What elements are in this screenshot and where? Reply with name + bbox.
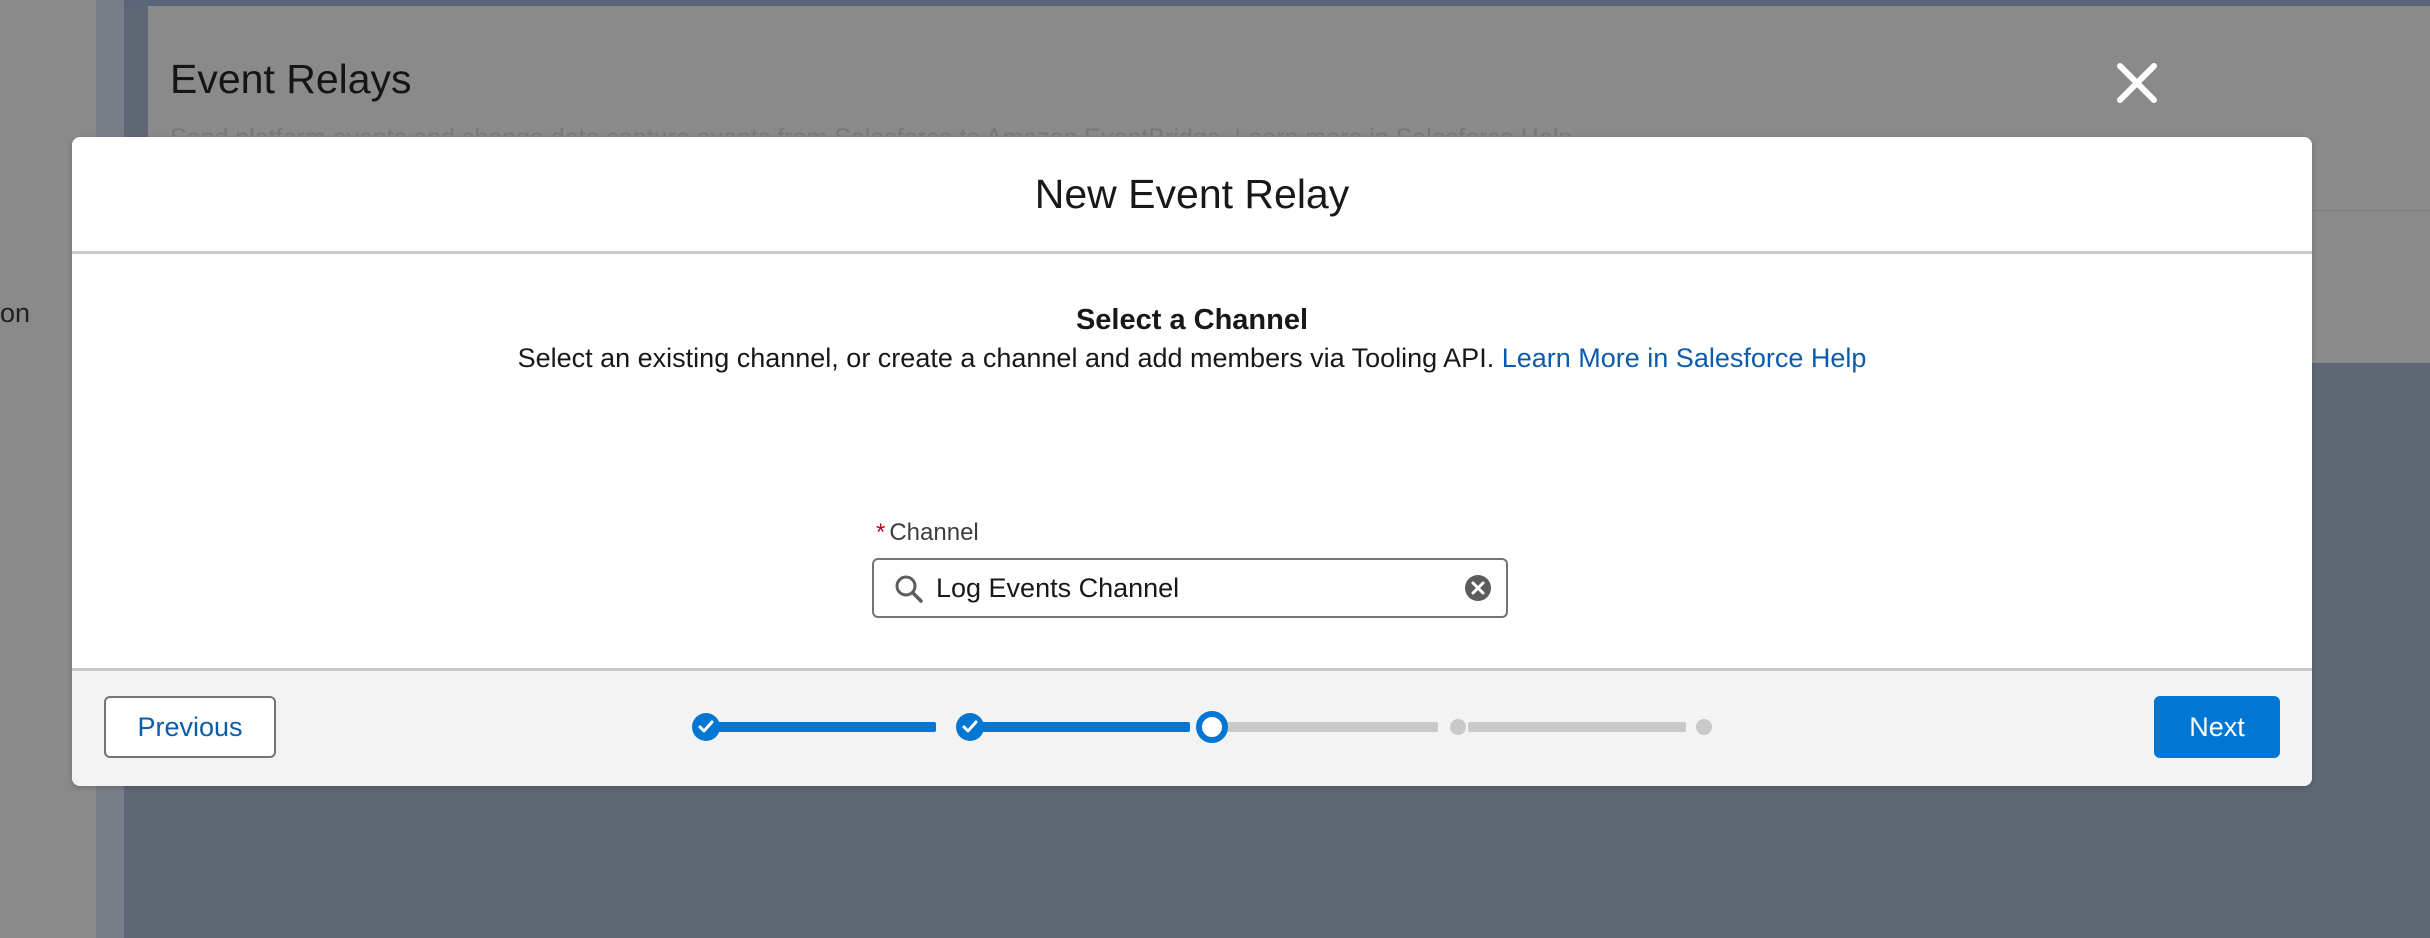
required-marker: * (876, 519, 886, 546)
modal-body: Select a Channel Select an existing chan… (72, 254, 2312, 668)
clear-icon[interactable] (1464, 574, 1492, 602)
progress-step-2[interactable] (956, 713, 984, 741)
progress-bar-segment (1468, 722, 1686, 732)
progress-step-1[interactable] (692, 713, 720, 741)
progress-bar-segment (1224, 722, 1438, 732)
channel-label: * Channel (876, 519, 979, 547)
channel-value: Log Events Channel (936, 573, 1180, 603)
check-icon (962, 720, 978, 733)
modal-title: New Event Relay (1034, 170, 1350, 217)
page-title: Event Relays (170, 56, 412, 102)
sidebar-text: on (0, 298, 31, 328)
help-link[interactable]: Learn More in Salesforce Help (1502, 343, 1867, 373)
section-description: Select an existing channel, or create a … (72, 343, 2312, 374)
modal-header: New Event Relay (72, 137, 2312, 254)
progress-bar-segment (976, 722, 1190, 732)
previous-button[interactable]: Previous (104, 696, 276, 758)
search-icon (894, 574, 924, 604)
progress-step-3[interactable] (1196, 711, 1228, 743)
modal-footer: Previous Next (72, 668, 2312, 786)
progress-bar-segment (714, 722, 936, 732)
channel-combobox[interactable]: Log Events Channel (872, 558, 1508, 618)
next-button[interactable]: Next (2154, 696, 2280, 758)
progress-step-5[interactable] (1696, 719, 1712, 735)
check-icon (698, 720, 714, 733)
new-event-relay-modal: New Event Relay Select a Channel Select … (72, 137, 2312, 786)
description-text: Select an existing channel, or create a … (517, 343, 1495, 373)
progress-indicator (692, 707, 1832, 747)
progress-step-4[interactable] (1450, 719, 1466, 735)
channel-label-text: Channel (889, 519, 979, 546)
close-icon[interactable] (2112, 58, 2162, 108)
section-title: Select a Channel (1075, 304, 1309, 336)
